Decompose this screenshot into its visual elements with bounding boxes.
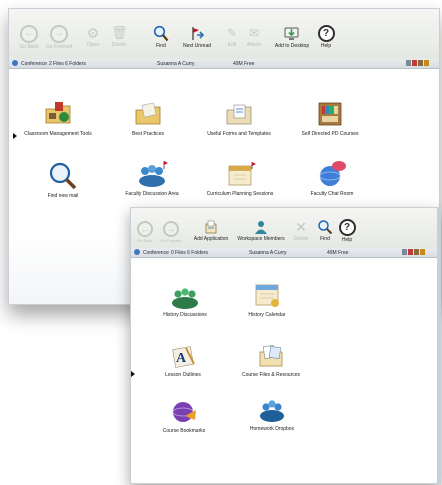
folder-classroom-management-tools[interactable]: Classroom Management Tools [17, 99, 99, 137]
pencil-icon[interactable] [414, 249, 419, 255]
desktop-area: History Discussions History Calendar A L… [131, 258, 437, 483]
lesson-outlines[interactable]: A Lesson Outlines [153, 342, 213, 378]
conference-window-history: ← Go Back → Go Forward Add Application W… [130, 207, 441, 484]
conference-globe-icon [12, 60, 18, 66]
help-button[interactable]: ? Help [337, 219, 357, 243]
faculty-chat-room[interactable]: Faculty Chat Room [297, 159, 367, 197]
add-application-icon [205, 220, 217, 234]
discussion-group-icon [172, 288, 198, 309]
attach-button[interactable]: ✉ Attach [243, 25, 265, 48]
alert-icon[interactable] [412, 60, 417, 66]
alert-icon[interactable] [408, 249, 413, 255]
forward-button[interactable]: → Go Forward [45, 25, 73, 50]
next-unread-button[interactable]: Next Unread [179, 25, 215, 49]
course-files-and-resources[interactable]: Course Files & Resources [233, 342, 309, 378]
edit-status-icon[interactable] [424, 60, 429, 66]
edit-button[interactable]: ✎ Edit [221, 25, 243, 48]
user-name: Susanna A Curry [249, 250, 287, 256]
lesson-outline-icon: A [172, 346, 195, 368]
magnifier-icon [318, 220, 333, 235]
magnifier-large-icon [49, 162, 77, 190]
forward-button[interactable]: → Go Forward [159, 221, 183, 243]
members-icon [255, 221, 267, 234]
calendar-icon [255, 284, 279, 307]
pointer-marker-icon [131, 371, 135, 377]
add-application-button[interactable]: Add Application [189, 219, 233, 242]
bookshelf-icon [318, 102, 342, 126]
workspace-members-button[interactable]: Workspace Members [237, 219, 285, 242]
find-new-mail[interactable]: Find new mail [33, 161, 93, 199]
status-icons [401, 249, 425, 257]
svg-text:A: A [176, 351, 187, 366]
folder-forms-icon [226, 104, 252, 125]
conference-label: Conference [143, 250, 169, 256]
info-icon[interactable] [402, 249, 407, 255]
help-button[interactable]: ? Help [315, 25, 337, 49]
toolbar: ← Go Back → Go Forward ⚙ Open 🗑 Delete F… [9, 9, 439, 60]
edit-status-icon[interactable] [420, 249, 425, 255]
history-calendar[interactable]: History Calendar [239, 280, 295, 318]
folder-documents-icon [135, 102, 161, 125]
open-button[interactable]: ⚙ Open [81, 25, 105, 48]
flag-arrow-icon [192, 27, 205, 40]
files-resources-icon [259, 345, 283, 367]
magnifier-icon [153, 25, 169, 42]
add-to-desktop-button[interactable]: Add to Desktop [271, 25, 313, 49]
back-arrow-icon: ← [137, 221, 153, 237]
find-button[interactable]: Find [149, 25, 173, 49]
folder-tools-icon [45, 102, 71, 124]
pencil-icon[interactable] [418, 60, 423, 66]
bookmarks-globe-icon [172, 402, 196, 422]
status-bar: Conference 0 Files 6 Folders Susanna A C… [131, 248, 437, 258]
status-icons [405, 60, 429, 68]
help-icon: ? [317, 25, 335, 42]
back-button[interactable]: ← Go Back [15, 25, 43, 50]
homework-dropbox[interactable]: Homework Dropbox [239, 394, 305, 432]
folder-best-practices[interactable]: Best Practices [113, 101, 183, 137]
forward-arrow-icon: → [50, 25, 68, 43]
folder-useful-forms-and-templates[interactable]: Useful Forms and Templates [197, 101, 281, 137]
edit-icon: ✎ [226, 26, 238, 40]
monitor-download-icon [284, 27, 299, 40]
file-folder-counts: 0 Files 6 Folders [171, 250, 208, 256]
help-icon: ? [338, 219, 356, 236]
dropbox-people-icon [260, 400, 284, 422]
discussion-people-icon [139, 161, 168, 187]
user-name: Susanna A Curry [157, 61, 195, 67]
calendar-icon [228, 162, 256, 186]
back-arrow-icon: ← [20, 25, 38, 43]
conference-label: Conference [21, 61, 47, 67]
back-button[interactable]: ← Go Back [133, 221, 157, 243]
curriculum-planning-sessions[interactable]: Curriculum Planning Sessions [195, 161, 285, 197]
forward-arrow-icon: → [163, 221, 179, 237]
conference-globe-icon [134, 249, 140, 255]
trash-icon: 🗑 [111, 25, 128, 40]
status-bar: Conference 2 Files 6 Folders Susanna A C… [9, 59, 439, 69]
info-icon[interactable] [406, 60, 411, 66]
faculty-discussion-area[interactable]: Faculty Discussion Area [113, 159, 191, 197]
folder-history-discussions[interactable]: History Discussions [155, 282, 215, 318]
delete-button[interactable]: ✕ Delete [291, 219, 311, 242]
toolbar: ← Go Back → Go Forward Add Application W… [131, 208, 437, 249]
course-bookmarks[interactable]: Course Bookmarks [153, 398, 215, 434]
free-space: 49M Free [327, 250, 349, 256]
find-button[interactable]: Find [315, 219, 335, 242]
attach-icon: ✉ [248, 26, 260, 40]
delete-x-icon: ✕ [295, 219, 307, 235]
free-space: 49M Free [233, 61, 255, 67]
file-folder-counts: 2 Files 6 Folders [49, 61, 86, 67]
folder-self-directed-pd-courses[interactable]: Self Directed PD Courses [289, 99, 371, 137]
delete-button[interactable]: 🗑 Delete [107, 25, 131, 48]
chat-globe-icon [319, 161, 346, 186]
open-icon: ⚙ [86, 25, 100, 41]
